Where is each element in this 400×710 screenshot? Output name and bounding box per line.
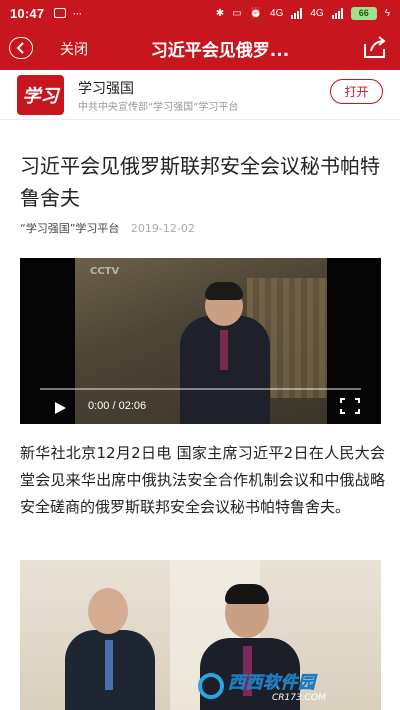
- photo-person-left-head: [88, 588, 128, 634]
- signal-icon-2: [331, 7, 343, 19]
- video-person-tie: [220, 330, 228, 370]
- network-4g-label: 4G: [270, 7, 284, 19]
- network-4g-label-2: 4G: [310, 7, 324, 19]
- charging-icon: ϟ: [384, 7, 390, 19]
- notification-icons: ···: [54, 6, 82, 20]
- fullscreen-icon[interactable]: [340, 398, 360, 414]
- system-icons: ✱ ▭ ⏰ 4G 4G 66 ϟ: [215, 6, 390, 20]
- status-bar: 10:47 ··· ✱ ▭ ⏰ 4G 4G 66 ϟ: [0, 0, 400, 26]
- share-button[interactable]: [362, 36, 388, 60]
- nav-bar: 关闭 习近平会见俄罗...: [0, 26, 400, 70]
- app-name: 学习强国: [78, 81, 134, 97]
- article-photo: 西西软件园 CR173.COM: [20, 560, 381, 710]
- bluetooth-icon: ✱: [215, 7, 225, 19]
- article-meta: “学习强国”学习平台 2019-12-02: [20, 220, 195, 236]
- play-icon[interactable]: [53, 401, 67, 415]
- video-time: 0:00 / 02:06: [88, 400, 147, 412]
- watermark-sub: CR173.COM: [272, 693, 326, 703]
- watermark-logo-icon: [198, 672, 224, 699]
- article-date: 2019-12-02: [130, 222, 195, 235]
- notification-icon: [54, 8, 67, 18]
- watermark-main: 西西软件园: [228, 673, 316, 694]
- vibrate-icon: ▭: [232, 7, 242, 19]
- battery-icon: 66: [350, 6, 377, 20]
- video-person-hair: [205, 282, 243, 300]
- alarm-icon: ⏰: [249, 7, 263, 19]
- app-logo: 学习: [17, 75, 64, 115]
- site-watermark: 西西软件园 CR173.COM: [198, 668, 326, 703]
- share-icon: [364, 36, 386, 58]
- back-button[interactable]: [9, 37, 33, 59]
- article-paragraph: 新华社北京12月2日电 国家主席习近平2日在人民大会堂会见来华出席中俄执法安全合…: [20, 444, 385, 516]
- chevron-left-icon: [16, 42, 24, 54]
- video-progress-bar[interactable]: [40, 388, 361, 390]
- article-title: 习近平会见俄罗斯联邦安全会议秘书帕特鲁舍夫: [20, 154, 380, 210]
- open-app-button[interactable]: 打开: [330, 79, 383, 104]
- article-source: “学习强国”学习平台: [20, 222, 120, 235]
- channel-logo: CCTV: [90, 266, 120, 277]
- status-time: 10:47: [10, 5, 45, 21]
- video-player[interactable]: CCTV 0:00 / 02:06: [20, 258, 381, 424]
- watermark-text: 西西软件园 CR173.COM: [228, 668, 326, 703]
- app-banner: 学习 学习强国 中共中央宣传部“学习强国”学习平台 打开: [0, 70, 400, 120]
- photo-person-left-tie: [105, 640, 113, 690]
- app-description: 中共中央宣传部“学习强国”学习平台: [78, 102, 239, 113]
- photo-person-right-hair: [225, 584, 269, 604]
- nav-title: 习近平会见俄罗...: [150, 41, 290, 61]
- close-button[interactable]: 关闭: [60, 39, 88, 59]
- signal-icon: [291, 7, 303, 19]
- more-notifications-icon: ···: [72, 6, 82, 20]
